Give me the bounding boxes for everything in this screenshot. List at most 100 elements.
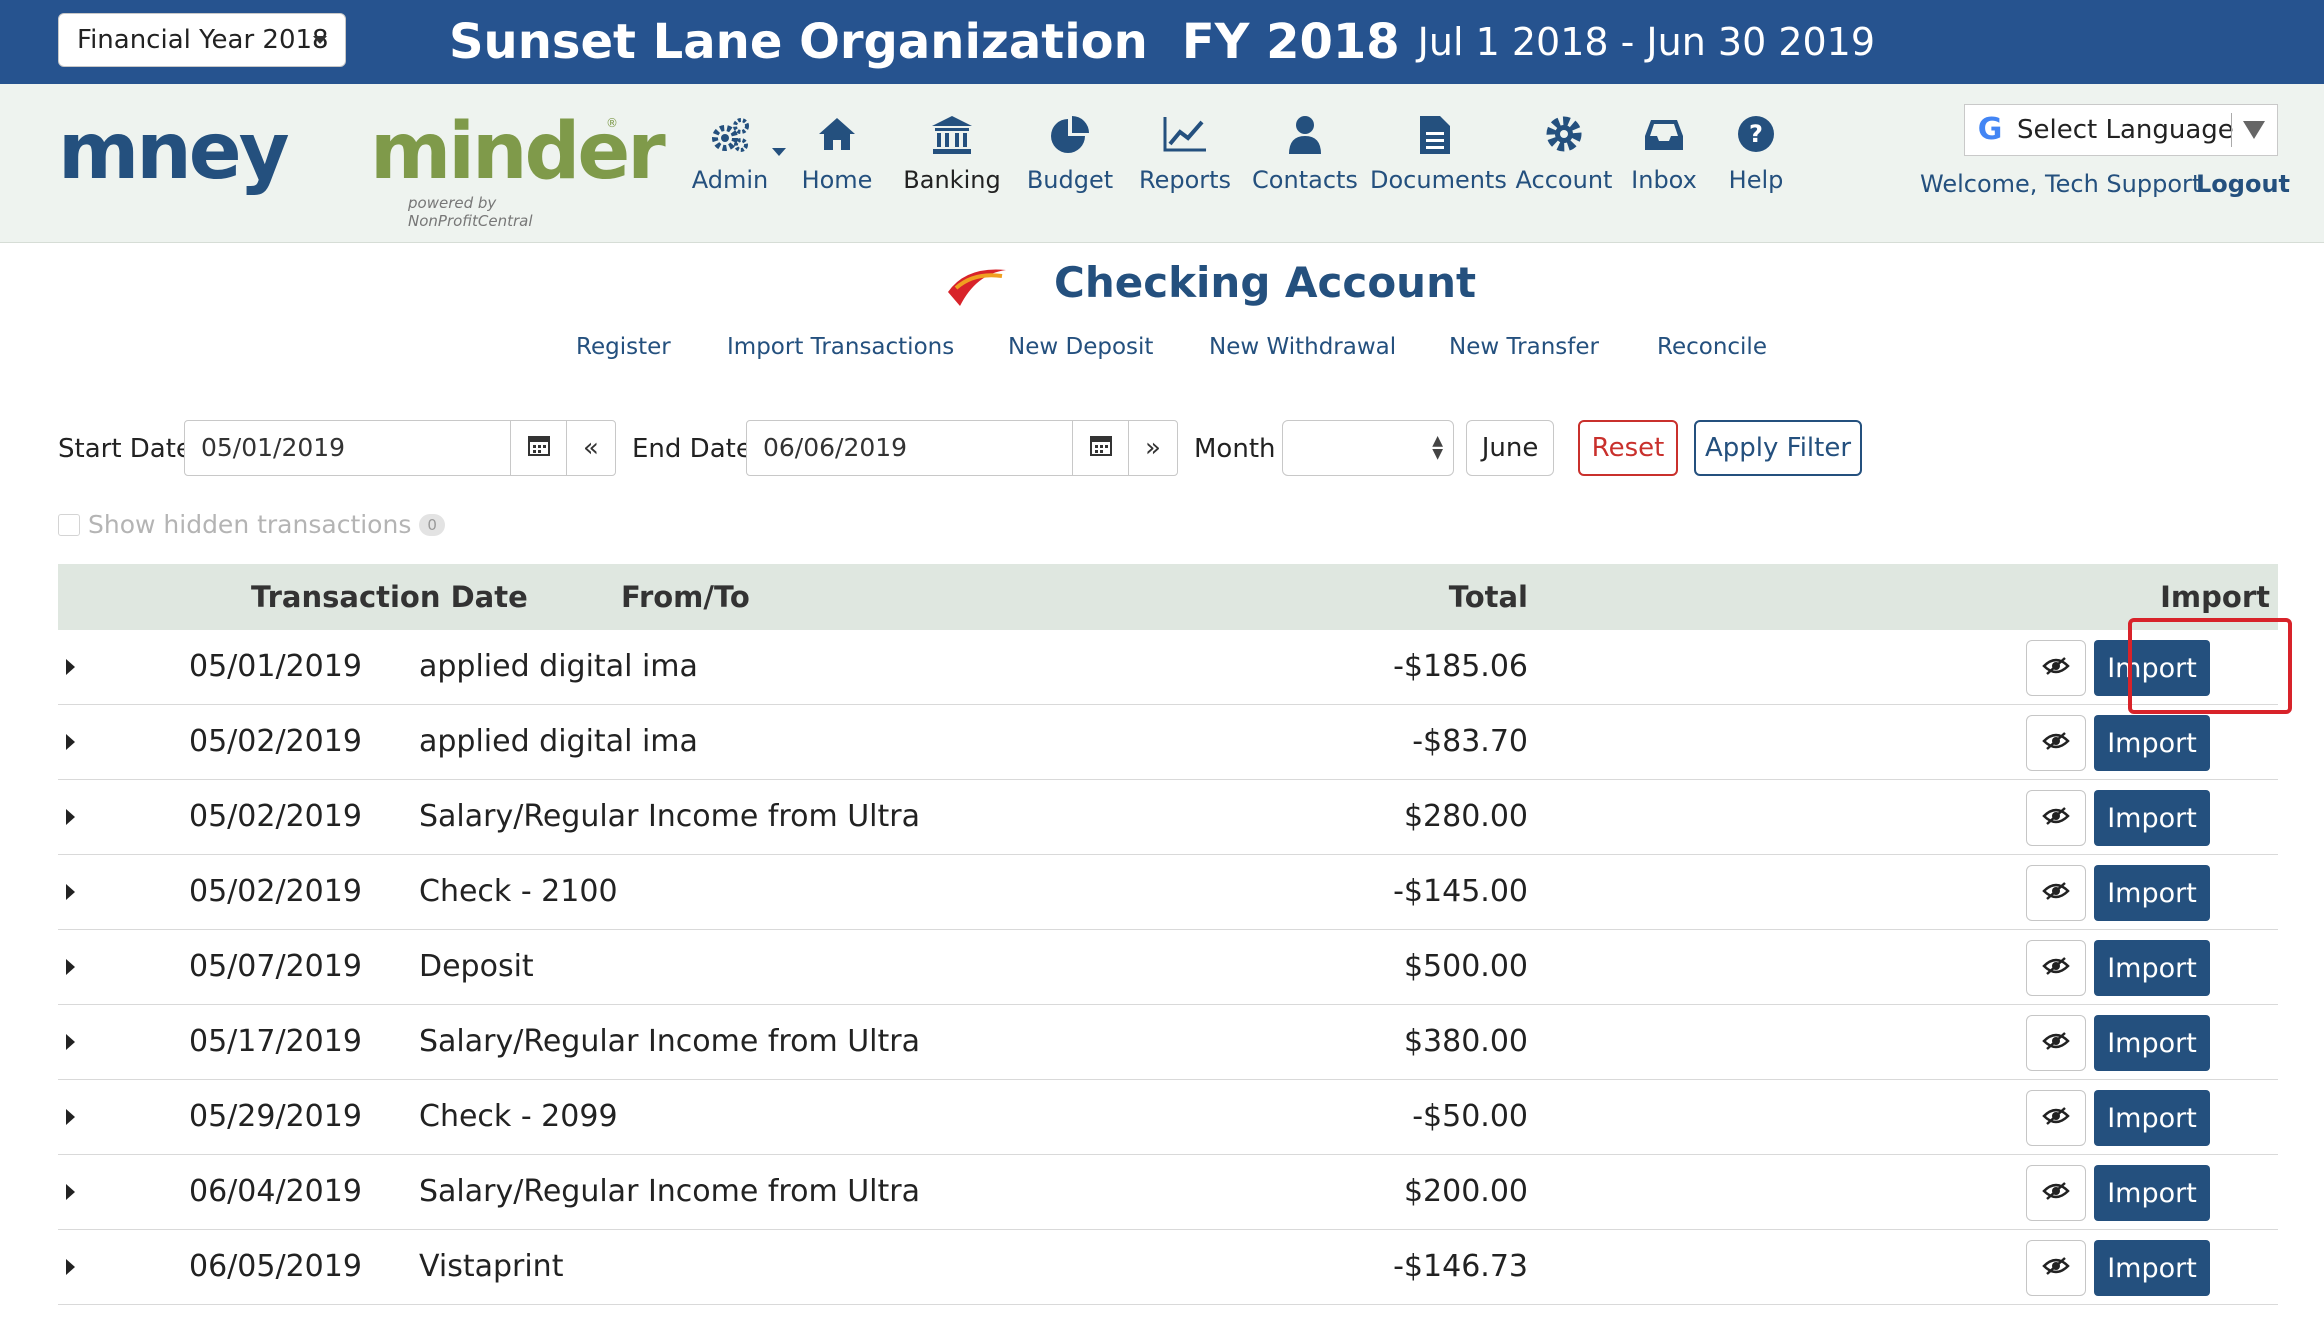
expand-row-icon[interactable] — [66, 884, 75, 900]
eye-slash-icon — [2042, 656, 2070, 680]
expand-row-icon[interactable] — [66, 809, 75, 825]
apply-filter-button[interactable]: Apply Filter — [1694, 420, 1862, 476]
nav-home[interactable]: Home — [792, 114, 882, 214]
eye-slash-icon — [2042, 881, 2070, 905]
table-row: 05/02/2019 Check - 2100 -$145.00 Import — [58, 855, 2278, 930]
nav-inbox[interactable]: Inbox — [1624, 114, 1704, 214]
nav-documents[interactable]: Documents — [1370, 114, 1507, 214]
transactions-table: Transaction Date From/To Total Import 05… — [58, 564, 2278, 1305]
nav-contacts[interactable]: Contacts — [1250, 114, 1360, 214]
hide-transaction-button[interactable] — [2026, 1015, 2086, 1071]
nav-admin[interactable]: Admin — [680, 114, 786, 214]
month-label: Month — [1194, 434, 1276, 464]
logo-word-money: mney — [58, 107, 290, 197]
hide-transaction-button[interactable] — [2026, 1240, 2086, 1296]
expand-row-icon[interactable] — [66, 1109, 75, 1125]
eye-slash-icon — [2042, 731, 2070, 755]
expand-row-icon[interactable] — [66, 659, 75, 675]
month-select[interactable]: ▲ ▼ — [1282, 420, 1454, 476]
hide-transaction-button[interactable] — [2026, 640, 2086, 696]
eye-slash-icon — [2042, 806, 2070, 830]
previous-period-button[interactable]: « — [566, 420, 616, 476]
transaction-date: 05/01/2019 — [189, 649, 362, 684]
subnav-new-deposit[interactable]: New Deposit — [1008, 334, 1153, 360]
page-title: Checking Account — [1054, 258, 1477, 307]
start-date-input[interactable]: 05/01/2019 — [184, 420, 512, 476]
import-button[interactable]: Import — [2094, 715, 2210, 771]
nav-label: Banking — [903, 166, 1001, 194]
start-date-label: Start Date — [58, 434, 192, 464]
import-button[interactable]: Import — [2094, 1090, 2210, 1146]
inbox-icon — [1624, 114, 1704, 162]
welcome-text: Welcome, Tech Support — [1920, 170, 2202, 198]
highlight-box — [2128, 618, 2292, 714]
nav-help[interactable]: ? Help — [1720, 114, 1792, 214]
bank-icon — [894, 114, 1010, 162]
hide-transaction-button[interactable] — [2026, 1165, 2086, 1221]
hide-transaction-button[interactable] — [2026, 715, 2086, 771]
expand-row-icon[interactable] — [66, 1034, 75, 1050]
table-row: 06/04/2019 Salary/Regular Income from Ult… — [58, 1155, 2278, 1230]
hide-transaction-button[interactable] — [2026, 865, 2086, 921]
subnav-import-transactions[interactable]: Import Transactions — [727, 334, 954, 360]
google-icon: G — [1977, 112, 2003, 147]
nav-account[interactable]: Account — [1514, 114, 1614, 214]
gears-icon — [680, 114, 780, 162]
import-button[interactable]: Import — [2094, 865, 2210, 921]
end-date-calendar-button[interactable] — [1072, 420, 1130, 476]
header-transaction-date: Transaction Date — [251, 580, 528, 614]
subnav-new-withdrawal[interactable]: New Withdrawal — [1209, 334, 1396, 360]
calendar-icon — [1089, 433, 1113, 464]
nav-budget[interactable]: Budget — [1022, 114, 1118, 214]
eye-slash-icon — [2042, 1031, 2070, 1055]
import-button[interactable]: Import — [2094, 1165, 2210, 1221]
subnav-new-transfer[interactable]: New Transfer — [1449, 334, 1599, 360]
nav-banking[interactable]: Banking — [894, 114, 1010, 214]
transaction-total: $380.00 — [1403, 1024, 1528, 1059]
fiscal-year-label: FY 2018 — [1181, 14, 1400, 70]
expand-row-icon[interactable] — [66, 1259, 75, 1275]
language-select[interactable]: G Select Language — [1964, 104, 2278, 156]
nav-label: Reports — [1138, 166, 1232, 194]
import-button[interactable]: Import — [2094, 1015, 2210, 1071]
table-header: Transaction Date From/To Total Import — [58, 564, 2278, 630]
expand-row-icon[interactable] — [66, 959, 75, 975]
import-button[interactable]: Import — [2094, 1240, 2210, 1296]
header-total: Total — [1448, 580, 1528, 614]
double-chevron-right-icon: » — [1145, 433, 1161, 463]
divider — [2231, 113, 2232, 147]
import-button[interactable]: Import — [2094, 940, 2210, 996]
eye-slash-icon — [2042, 1181, 2070, 1205]
hide-transaction-button[interactable] — [2026, 1090, 2086, 1146]
expand-row-icon[interactable] — [66, 1184, 75, 1200]
subnav-register[interactable]: Register — [576, 334, 671, 360]
next-period-button[interactable]: » — [1128, 420, 1178, 476]
show-hidden-label: Show hidden transactions — [88, 510, 412, 539]
end-date-label: End Date — [632, 434, 752, 464]
transaction-date: 05/02/2019 — [189, 874, 362, 909]
transaction-date: 05/07/2019 — [189, 949, 362, 984]
month-button[interactable]: June — [1466, 420, 1554, 476]
import-button[interactable]: Import — [2094, 790, 2210, 846]
transaction-total: -$50.00 — [1412, 1099, 1528, 1134]
transaction-from-to: Deposit — [419, 949, 534, 984]
subnav-reconcile[interactable]: Reconcile — [1657, 334, 1767, 360]
expand-row-icon[interactable] — [66, 734, 75, 750]
start-date-calendar-button[interactable] — [510, 420, 568, 476]
caret-down-icon — [2243, 121, 2265, 139]
transaction-date: 05/02/2019 — [189, 724, 362, 759]
reset-button[interactable]: Reset — [1578, 420, 1678, 476]
show-hidden-checkbox[interactable] — [58, 513, 80, 536]
end-date-input[interactable]: 06/06/2019 — [746, 420, 1074, 476]
logout-link[interactable]: Logout — [2196, 170, 2290, 198]
money-minder-logo[interactable]: mney minder ® powered by NonProfitCentra… — [58, 107, 666, 230]
nav-label: Contacts — [1252, 166, 1358, 194]
pie-chart-icon — [1022, 114, 1118, 162]
nav-reports[interactable]: Reports — [1130, 114, 1240, 214]
calendar-icon — [527, 433, 551, 464]
hide-transaction-button[interactable] — [2026, 940, 2086, 996]
transaction-date: 06/04/2019 — [189, 1174, 362, 1209]
line-chart-icon — [1130, 114, 1240, 162]
eye-slash-icon — [2042, 956, 2070, 980]
hide-transaction-button[interactable] — [2026, 790, 2086, 846]
